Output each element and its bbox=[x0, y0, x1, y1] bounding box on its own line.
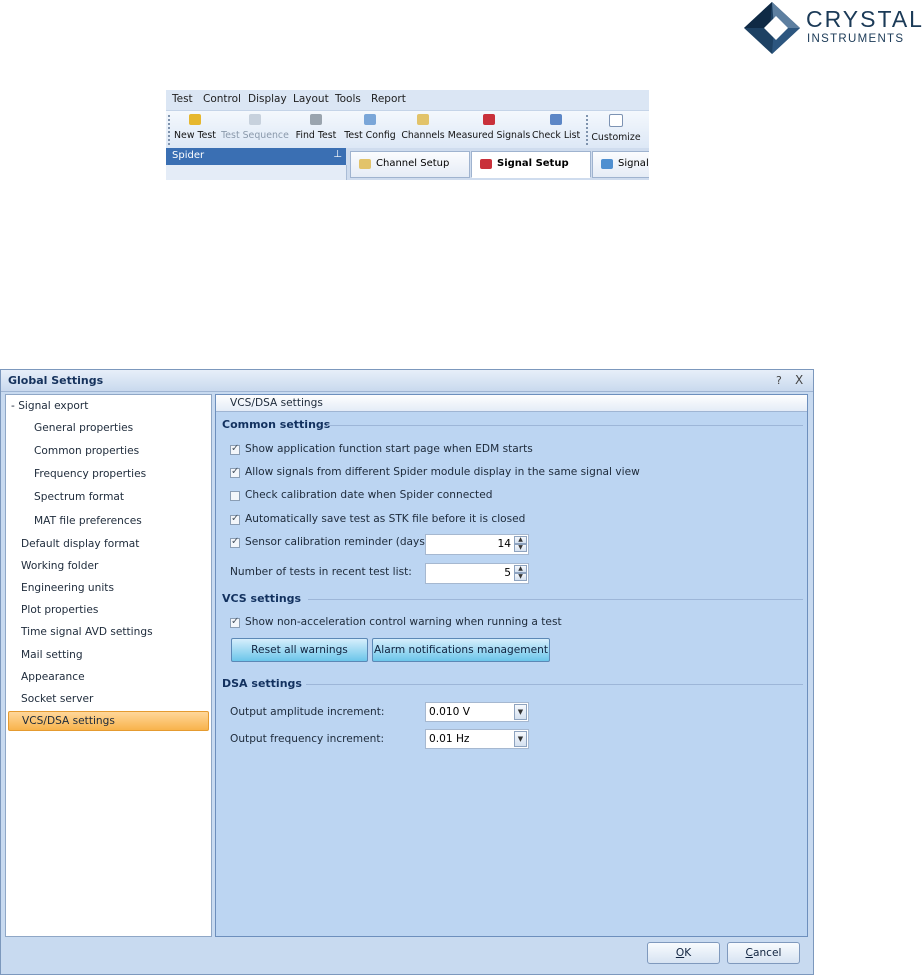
chevron-down-icon[interactable]: ▼ bbox=[514, 704, 527, 720]
test-sequence-button[interactable]: Test Sequence bbox=[219, 111, 291, 148]
signal-tab-icon bbox=[601, 159, 613, 169]
edm-toolbar-screenshot: Test Control Display Layout Tools Report… bbox=[166, 90, 649, 180]
menu-tools[interactable]: Tools bbox=[335, 93, 361, 105]
logo-line2: INSTRUMENTS bbox=[807, 33, 905, 45]
reset-all-warnings-button[interactable]: Reset all warnings bbox=[231, 638, 368, 662]
checkbox-checked[interactable] bbox=[230, 616, 240, 628]
amplitude-increment-select[interactable]: 0.010 V ▼ bbox=[425, 702, 529, 722]
spider-panel bbox=[166, 165, 347, 180]
channels-icon bbox=[417, 114, 429, 125]
tree-item-general-properties[interactable]: General properties bbox=[34, 418, 133, 438]
pane-title: VCS/DSA settings bbox=[230, 397, 323, 409]
customize-button[interactable]: Customize bbox=[591, 111, 641, 148]
frequency-increment-select[interactable]: 0.01 Hz ▼ bbox=[425, 729, 529, 749]
toolbar-grip bbox=[168, 115, 170, 145]
tree-item-spectrum-format[interactable]: Spectrum format bbox=[34, 487, 124, 507]
check-list-icon bbox=[550, 114, 562, 125]
signal-setup-icon bbox=[480, 159, 492, 169]
menu-display[interactable]: Display bbox=[248, 93, 287, 105]
checkbox-unchecked[interactable] bbox=[230, 491, 240, 501]
recent-tests-value: 5 bbox=[504, 567, 511, 579]
test-config-icon bbox=[364, 114, 376, 125]
tab-signal-setup[interactable]: Signal Setup bbox=[471, 151, 591, 178]
section-divider bbox=[327, 425, 803, 426]
tree-item-frequency-properties[interactable]: Frequency properties bbox=[34, 464, 146, 484]
settings-tree: - Signal export General properties Commo… bbox=[5, 394, 212, 937]
logo-line1: CRYSTAL bbox=[806, 6, 923, 32]
vcs-settings-heading: VCS settings bbox=[222, 592, 302, 605]
find-test-button[interactable]: Find Test bbox=[292, 111, 340, 148]
close-button[interactable]: X bbox=[795, 373, 803, 387]
reminder-days-value: 14 bbox=[497, 538, 511, 550]
reminder-days-stepper[interactable]: 14 ▲ ▼ bbox=[425, 534, 529, 555]
section-divider bbox=[308, 599, 803, 600]
stepper-down-icon[interactable]: ▼ bbox=[514, 573, 527, 581]
tree-item-vcs-dsa-settings[interactable]: VCS/DSA settings bbox=[8, 711, 209, 731]
tree-item-plot-properties[interactable]: Plot properties bbox=[21, 600, 98, 620]
stepper-up-icon[interactable]: ▲ bbox=[514, 565, 527, 573]
tree-item-default-display-format[interactable]: Default display format bbox=[21, 534, 139, 554]
stepper-up-icon[interactable]: ▲ bbox=[514, 536, 527, 544]
dialog-title-bar: Global Settings ? X bbox=[1, 370, 813, 392]
test-sequence-icon bbox=[249, 114, 261, 125]
check-list-button[interactable]: Check List bbox=[532, 111, 580, 148]
chevron-down-icon[interactable]: ▼ bbox=[514, 731, 527, 747]
help-button[interactable]: ? bbox=[776, 374, 782, 387]
tree-item-common-properties[interactable]: Common properties bbox=[34, 441, 139, 461]
cancel-button[interactable]: Cancel bbox=[727, 942, 800, 964]
pane-header: VCS/DSA settings bbox=[216, 395, 807, 412]
dialog-title: Global Settings bbox=[8, 374, 104, 387]
checkbox-checked[interactable] bbox=[230, 443, 240, 455]
ok-button[interactable]: OK bbox=[647, 942, 720, 964]
tree-item-working-folder[interactable]: Working folder bbox=[21, 556, 98, 576]
menu-layout[interactable]: Layout bbox=[293, 93, 329, 105]
amplitude-increment-label: Output amplitude increment: bbox=[230, 706, 385, 718]
spider-panel-title: Spider bbox=[172, 150, 205, 161]
pin-icon[interactable]: ⊥ bbox=[333, 149, 342, 160]
menu-bar: Test Control Display Layout Tools Report bbox=[166, 90, 649, 111]
tree-item-socket-server[interactable]: Socket server bbox=[21, 689, 93, 709]
find-test-icon bbox=[310, 114, 322, 125]
toolbar-separator bbox=[586, 115, 588, 145]
tree-item-appearance[interactable]: Appearance bbox=[21, 667, 85, 687]
menu-control[interactable]: Control bbox=[203, 93, 241, 105]
tree-item-mail-setting[interactable]: Mail setting bbox=[21, 645, 83, 665]
tab-channel-setup[interactable]: Channel Setup bbox=[350, 151, 470, 178]
dsa-settings-heading: DSA settings bbox=[222, 677, 302, 690]
frequency-increment-label: Output frequency increment: bbox=[230, 733, 385, 745]
measured-signals-icon bbox=[483, 114, 495, 125]
checkbox-checked[interactable] bbox=[230, 536, 240, 548]
tree-item-time-signal-avd[interactable]: Time signal AVD settings bbox=[21, 622, 153, 642]
channels-button[interactable]: Channels bbox=[400, 111, 446, 148]
recent-tests-label: Number of tests in recent test list: bbox=[230, 566, 412, 578]
crystal-instruments-logo: CRYSTAL INSTRUMENTS bbox=[744, 2, 922, 54]
tree-item-mat-file-preferences[interactable]: MAT file preferences bbox=[34, 511, 142, 531]
test-config-button[interactable]: Test Config bbox=[342, 111, 398, 148]
measured-signals-button[interactable]: Measured Signals bbox=[447, 111, 531, 148]
checkbox-checked[interactable] bbox=[230, 466, 240, 478]
new-test-button[interactable]: New Test bbox=[172, 111, 218, 148]
menu-test[interactable]: Test bbox=[172, 93, 193, 105]
global-settings-dialog: Global Settings ? X - Signal export Gene… bbox=[0, 369, 814, 975]
checkbox-checked[interactable] bbox=[230, 513, 240, 525]
alarm-notifications-button[interactable]: Alarm notifications management bbox=[372, 638, 550, 662]
common-settings-heading: Common settings bbox=[222, 418, 331, 431]
stepper-down-icon[interactable]: ▼ bbox=[514, 544, 527, 552]
tab-signal-more[interactable]: Signal I bbox=[592, 151, 649, 178]
spider-panel-header: Spider ⊥ bbox=[166, 148, 346, 165]
tree-item-engineering-units[interactable]: Engineering units bbox=[21, 578, 114, 598]
settings-pane: VCS/DSA settings Common settings Show ap… bbox=[215, 394, 808, 937]
customize-icon bbox=[609, 114, 623, 127]
tree-item-signal-export[interactable]: - Signal export bbox=[11, 396, 88, 416]
menu-report[interactable]: Report bbox=[371, 93, 406, 105]
channel-setup-icon bbox=[359, 159, 371, 169]
section-divider bbox=[306, 684, 803, 685]
new-test-icon bbox=[189, 114, 201, 125]
toolbar-row: New Test Test Sequence Find Test Test Co… bbox=[166, 111, 649, 148]
logo-diamond-icon bbox=[744, 2, 800, 54]
recent-tests-stepper[interactable]: 5 ▲ ▼ bbox=[425, 563, 529, 584]
panels-row: Spider ⊥ Channel Setup Signal Setup Sign… bbox=[166, 148, 649, 180]
